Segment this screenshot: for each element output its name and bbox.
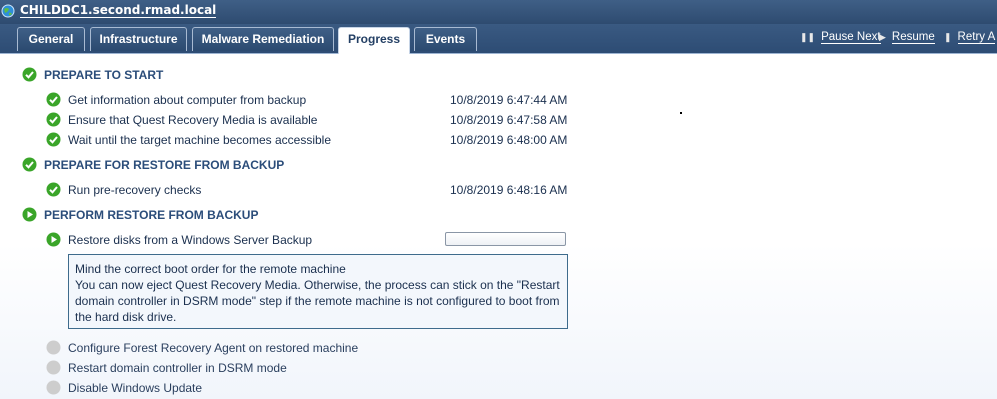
tab-progress[interactable]: Progress [338, 27, 410, 54]
resume-button[interactable]: ▶ Resume [879, 31, 935, 44]
tab-bar: General Infrastructure Malware Remediati… [0, 24, 997, 54]
step-timestamp: 10/8/2019 6:47:58 AM [450, 113, 568, 127]
check-icon [46, 132, 61, 147]
retry-icon: ❚ [944, 32, 952, 42]
window-title: CHILDDC1.second.rmad.local [20, 3, 217, 18]
step-label: Restore disks from a Windows Server Back… [68, 233, 313, 247]
step-label: Ensure that Quest Recovery Media is avai… [68, 113, 318, 127]
step-progress-bar [445, 232, 566, 246]
step-label: Configure Forest Recovery Agent on resto… [68, 341, 359, 355]
pending-circle-icon [46, 340, 61, 355]
check-icon [46, 92, 61, 107]
step-label: Get information about computer from back… [68, 93, 307, 107]
tab-general[interactable]: General [17, 27, 85, 51]
message-box: Mind the correct boot order for the remo… [68, 254, 568, 329]
window-title-text: CHILDDC1.second.rmad.local [20, 3, 217, 17]
retry-button[interactable]: ❚ Retry A [944, 31, 996, 44]
retry-label: Retry A [957, 31, 996, 44]
check-icon [22, 67, 37, 82]
message-heading: Mind the correct boot order for the remo… [75, 262, 346, 276]
resume-label: Resume [891, 31, 935, 44]
step-label: Restart domain controller in DSRM mode [68, 361, 287, 375]
step-timestamp: 10/8/2019 6:47:44 AM [450, 93, 568, 107]
step-label: Wait until the target machine becomes ac… [68, 133, 332, 147]
pause-next-button[interactable]: ❚❚ Pause Next [800, 31, 881, 44]
check-icon [46, 182, 61, 197]
play-circle-icon [46, 232, 61, 247]
pause-icon: ❚❚ [800, 32, 816, 42]
stray-dot [680, 112, 682, 114]
step-timestamp: 10/8/2019 6:48:00 AM [450, 133, 568, 147]
tab-infrastructure[interactable]: Infrastructure [90, 27, 187, 51]
section-title-prepare: PREPARE TO START [44, 68, 164, 82]
check-icon [46, 112, 61, 127]
step-timestamp: 10/8/2019 6:48:16 AM [450, 183, 568, 197]
check-icon [22, 157, 37, 172]
play-circle-icon [22, 207, 37, 222]
pending-circle-icon [46, 360, 61, 375]
section-title-perform: PERFORM RESTORE FROM BACKUP [44, 208, 259, 222]
progress-panel: PREPARE TO START Get information about c… [0, 54, 997, 399]
globe-icon [1, 4, 15, 18]
title-bar: CHILDDC1.second.rmad.local [0, 0, 997, 24]
tab-malware-remediation[interactable]: Malware Remediation [192, 27, 334, 51]
play-icon: ▶ [879, 32, 886, 42]
pause-next-label: Pause Next [821, 31, 881, 44]
step-label: Run pre-recovery checks [68, 183, 202, 197]
tab-events[interactable]: Events [414, 27, 477, 51]
message-body: You can now eject Quest Recovery Media. … [75, 278, 560, 324]
pending-circle-icon [46, 380, 61, 395]
section-title-prepare-restore: PREPARE FOR RESTORE FROM BACKUP [44, 158, 285, 172]
step-label: Disable Windows Update [68, 381, 203, 395]
